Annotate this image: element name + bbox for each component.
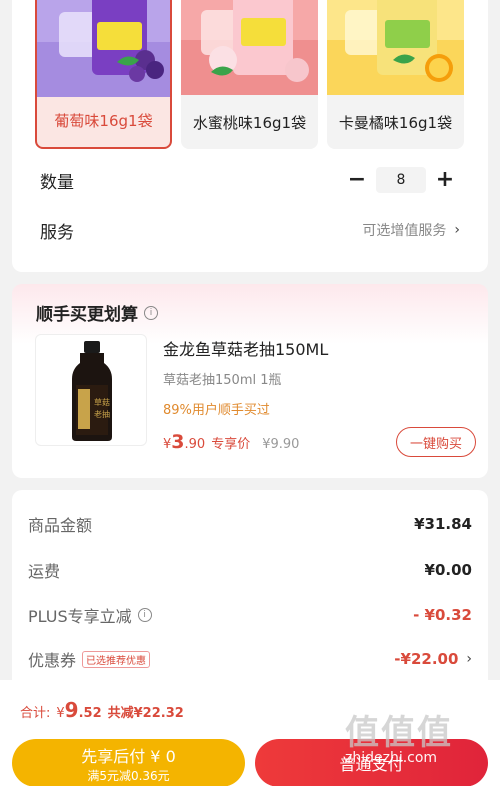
product-price-label: 专享价 (211, 437, 251, 452)
summary-label: 优惠券 已选推荐优惠 (28, 647, 151, 671)
product-social-proof: 89%用户顺手买过 (163, 403, 270, 418)
watermark: 值值值 zhidezhi.com (345, 705, 495, 766)
svg-text:老抽: 老抽 (94, 409, 110, 419)
variant-list: 葡萄味16g1袋 水蜜桃味16g1袋 卡曼橘味16g1袋 (35, 0, 464, 149)
summary-label-text: PLUS专享立减 (28, 607, 132, 626)
product-price-row: ¥3.90 专享价 ¥9.90 (163, 431, 299, 453)
summary-label-text: 优惠券 (28, 651, 77, 670)
service-row[interactable]: 服务 可选增值服务 › (40, 215, 460, 245)
total-saved: 共减¥22.32 (107, 706, 184, 721)
total-int: 9 (64, 698, 79, 722)
price-dec: .90 (184, 437, 206, 452)
coupon-selector[interactable]: -¥22.00 › (394, 650, 472, 668)
variant-label: 卡曼橘味16g1袋 (338, 113, 453, 132)
summary-value: ¥0.00 (424, 561, 472, 579)
quantity-input[interactable]: 8 (376, 167, 426, 193)
watermark-url: zhidezhi.com (345, 750, 438, 766)
quantity-label: 数量 (40, 172, 74, 193)
variant-image-grape (37, 0, 170, 97)
variant-label: 水蜜桃味16g1袋 (192, 113, 307, 132)
service-value: 可选增值服务 (362, 223, 447, 239)
summary-value: ¥31.84 (414, 515, 472, 533)
one-click-buy-button[interactable]: 一键购买 (396, 427, 476, 457)
info-icon[interactable]: i (144, 305, 158, 320)
product-name[interactable]: 金龙鱼草菇老抽150ML (163, 336, 328, 360)
upsell-title-text: 顺手买更划算 (36, 305, 138, 325)
sku-card: 葡萄味16g1袋 水蜜桃味16g1袋 卡曼橘味16g1袋 数量 − 8 + 服务… (12, 0, 488, 272)
summary-value: - ¥0.32 (413, 606, 472, 624)
variant-calamansi[interactable]: 卡曼橘味16g1袋 (327, 0, 464, 149)
coupon-tag: 已选推荐优惠 (82, 650, 151, 668)
product-image[interactable]: 草菇 老抽 (35, 334, 147, 446)
variant-image-calamansi (327, 0, 464, 95)
svg-text:草菇: 草菇 (94, 397, 110, 407)
watermark-logo: 值值值 (345, 713, 453, 753)
pay-later-subtitle: 满5元减0.36元 (87, 768, 170, 783)
chevron-right-icon: › (466, 651, 472, 667)
quantity-plus-button[interactable]: + (430, 169, 460, 191)
service-selector[interactable]: 可选增值服务 › (362, 220, 460, 240)
product-orig-price: ¥9.90 (262, 437, 300, 452)
summary-row-coupon[interactable]: 优惠券 已选推荐优惠 -¥22.00 › (28, 647, 472, 671)
summary-label: PLUS专享立减 i (28, 603, 152, 627)
variant-peach[interactable]: 水蜜桃味16g1袋 (181, 0, 318, 149)
info-icon[interactable]: i (137, 608, 152, 622)
pay-later-title: 先享后付 ¥ 0 (81, 746, 176, 766)
total-symbol: ¥ (56, 706, 65, 721)
service-label: 服务 (40, 222, 74, 243)
upsell-title: 顺手买更划算 i (36, 300, 158, 325)
quantity-stepper: − 8 + (342, 167, 460, 193)
upsell-card: 顺手买更划算 i 草菇 老抽 金龙鱼草菇老抽150ML 草菇老抽150ml 1瓶… (12, 284, 488, 478)
product-spec: 草菇老抽150ml 1瓶 (163, 373, 282, 388)
summary-value: -¥22.00 (394, 650, 459, 668)
total-label: 合计: (20, 706, 51, 721)
variant-label: 葡萄味16g1袋 (54, 111, 153, 130)
summary-label: 商品金额 (28, 516, 93, 535)
total-dec: .52 (78, 706, 102, 721)
price-summary: 商品金额 ¥31.84 运费 ¥0.00 PLUS专享立减 i - ¥0.32 … (12, 490, 488, 690)
variant-grape[interactable]: 葡萄味16g1袋 (35, 0, 172, 149)
variant-image-peach (181, 0, 318, 95)
chevron-right-icon: › (454, 222, 460, 238)
total-row: 合计: ¥ 9 .52 共减¥22.32 (20, 698, 184, 722)
price-int: 3 (171, 431, 185, 453)
quantity-row: 数量 − 8 + (40, 165, 460, 195)
summary-label: 运费 (28, 562, 61, 581)
product-price: ¥3.90 (163, 431, 205, 453)
quantity-minus-button[interactable]: − (342, 169, 372, 191)
summary-row-plus-discount: PLUS专享立减 i - ¥0.32 (28, 603, 472, 627)
summary-row-subtotal: 商品金额 ¥31.84 (28, 512, 472, 536)
pay-later-button[interactable]: 先享后付 ¥ 0 满5元减0.36元 (12, 739, 245, 786)
summary-row-shipping: 运费 ¥0.00 (28, 558, 472, 582)
